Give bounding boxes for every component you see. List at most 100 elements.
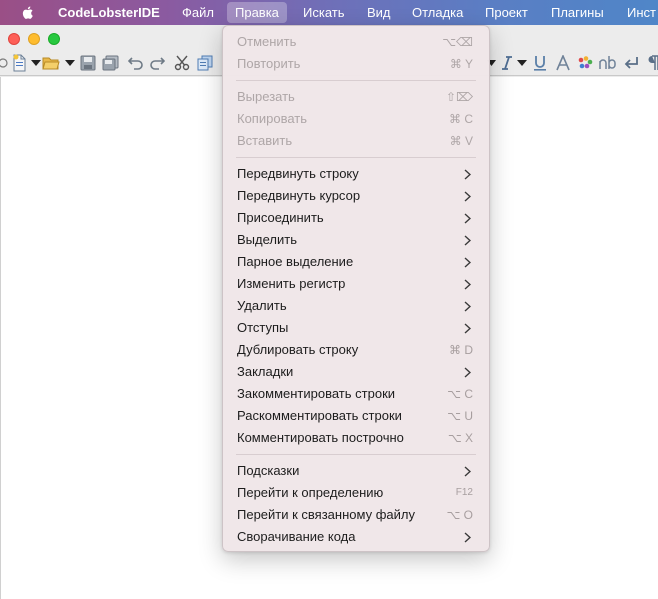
menu-item-delete[interactable]: Удалить <box>223 295 489 317</box>
menu-item-comment-lines[interactable]: Закомментировать строки ⌥ C <box>223 383 489 405</box>
chevron-right-icon <box>464 532 471 543</box>
menubar-tools[interactable]: Инст <box>627 5 656 20</box>
menu-item-label: Передвинуть строку <box>237 166 359 181</box>
menu-item-label: Изменить регистр <box>237 276 346 291</box>
menu-item-label: Комментировать построчно <box>237 430 404 445</box>
open-folder-icon[interactable] <box>42 54 60 72</box>
menu-item-label: Вырезать <box>237 89 295 104</box>
copy-icon[interactable] <box>196 54 214 72</box>
menu-item-shortcut: ⌘ Y <box>449 57 473 71</box>
menubar-debug[interactable]: Отладка <box>412 5 463 20</box>
chevron-right-icon <box>464 323 471 334</box>
menu-separator <box>236 454 476 455</box>
menu-item-change-case[interactable]: Изменить регистр <box>223 273 489 295</box>
menu-item-shortcut: ⌥ C <box>447 387 473 401</box>
chevron-right-icon <box>464 257 471 268</box>
open-dropdown-icon[interactable] <box>64 54 76 72</box>
menu-item-paste: Вставить ⌘ V <box>223 130 489 152</box>
menu-item-go-to-definition[interactable]: Перейти к определению F12 <box>223 482 489 504</box>
chevron-right-icon <box>464 191 471 202</box>
chevron-right-icon <box>464 213 471 224</box>
chevron-right-icon <box>464 301 471 312</box>
menu-item-label: Присоединить <box>237 210 324 225</box>
menu-item-label: Сворачивание кода <box>237 529 356 544</box>
chevron-right-icon <box>464 466 471 477</box>
italic-dropdown-icon[interactable] <box>516 54 528 72</box>
menu-item-label: Вставить <box>237 133 293 148</box>
menu-item-hints[interactable]: Подсказки <box>223 460 489 482</box>
menu-item-undo: Отменить ⌥⌫ <box>223 31 489 53</box>
menu-item-label: Закомментировать строки <box>237 386 396 401</box>
menu-item-label: Повторить <box>237 56 301 71</box>
menu-item-copy: Копировать ⌘ C <box>223 108 489 130</box>
menu-item-join[interactable]: Присоединить <box>223 207 489 229</box>
menu-item-go-to-related-file[interactable]: Перейти к связанному файлу ⌥ O <box>223 504 489 526</box>
font-icon[interactable] <box>554 54 572 72</box>
menu-item-shortcut: ⌥ X <box>447 431 473 445</box>
menu-item-comment-per-line[interactable]: Комментировать построчно ⌥ X <box>223 427 489 449</box>
menu-item-shortcut: ⌘ C <box>449 112 473 126</box>
edit-menu: Отменить ⌥⌫ Повторить ⌘ Y Вырезать ⇧⌦ Ко… <box>222 25 490 552</box>
menu-item-label: Отменить <box>237 34 297 49</box>
cut-icon[interactable] <box>173 54 191 72</box>
menu-item-label: Перейти к определению <box>237 485 384 500</box>
menu-item-shortcut: ⇧⌦ <box>445 90 473 104</box>
menu-item-label: Подсказки <box>237 463 300 478</box>
menu-item-label: Выделить <box>237 232 297 247</box>
menu-item-cut: Вырезать ⇧⌦ <box>223 86 489 108</box>
italic-icon[interactable] <box>498 54 516 72</box>
menu-item-label: Закладки <box>237 364 294 379</box>
menu-item-label: Перейти к связанному файлу <box>237 507 415 522</box>
menubar-plugins[interactable]: Плагины <box>551 5 604 20</box>
menu-item-shortcut: ⌥ U <box>447 409 473 423</box>
menu-item-shortcut: ⌘ V <box>449 134 473 148</box>
menu-item-label: Отступы <box>237 320 289 335</box>
underline-icon[interactable] <box>531 54 549 72</box>
menu-item-duplicate-line[interactable]: Дублировать строку ⌘ D <box>223 339 489 361</box>
new-file-dropdown-icon[interactable] <box>30 54 42 72</box>
menu-bar: CodeLobsterIDE Файл Правка Искать Вид От… <box>0 0 658 25</box>
menu-item-label: Раскомментировать строки <box>237 408 402 423</box>
menu-item-label: Парное выделение <box>237 254 354 269</box>
color-palette-icon[interactable] <box>576 54 594 72</box>
menu-item-indents[interactable]: Отступы <box>223 317 489 339</box>
menu-item-select[interactable]: Выделить <box>223 229 489 251</box>
menubar-view[interactable]: Вид <box>367 5 391 20</box>
line-break-icon[interactable] <box>623 54 641 72</box>
chevron-right-icon <box>464 235 471 246</box>
menu-item-bookmarks[interactable]: Закладки <box>223 361 489 383</box>
chevron-right-icon <box>464 279 471 290</box>
menu-item-label: Дублировать строку <box>237 342 359 357</box>
close-window-button[interactable] <box>8 33 20 45</box>
menu-separator <box>236 157 476 158</box>
menu-item-shortcut: F12 <box>455 487 473 498</box>
undo-icon[interactable] <box>127 54 145 72</box>
zoom-window-button[interactable] <box>48 33 60 45</box>
redo-icon[interactable] <box>148 54 166 72</box>
nbsp-icon[interactable] <box>599 54 621 72</box>
menu-item-move-line[interactable]: Передвинуть строку <box>223 163 489 185</box>
menu-item-move-cursor[interactable]: Передвинуть курсор <box>223 185 489 207</box>
save-icon[interactable] <box>79 54 97 72</box>
menubar-file[interactable]: Файл <box>182 5 214 20</box>
menu-separator <box>236 80 476 81</box>
apple-logo-icon[interactable] <box>20 4 36 21</box>
menu-item-label: Передвинуть курсор <box>237 188 361 203</box>
menu-item-shortcut: ⌥ O <box>446 508 474 522</box>
menu-item-pair-select[interactable]: Парное выделение <box>223 251 489 273</box>
save-all-icon[interactable] <box>102 54 120 72</box>
menu-item-label: Удалить <box>237 298 287 313</box>
paragraph-icon[interactable] <box>644 54 658 72</box>
menu-item-code-folding[interactable]: Сворачивание кода <box>223 526 489 548</box>
menu-item-uncomment-lines[interactable]: Раскомментировать строки ⌥ U <box>223 405 489 427</box>
chevron-right-icon <box>464 367 471 378</box>
menu-item-label: Копировать <box>237 111 307 126</box>
minimize-window-button[interactable] <box>28 33 40 45</box>
menubar-search[interactable]: Искать <box>303 5 345 20</box>
menubar-app-name[interactable]: CodeLobsterIDE <box>58 5 160 20</box>
menu-item-redo: Повторить ⌘ Y <box>223 53 489 75</box>
menu-item-shortcut: ⌘ D <box>449 343 473 357</box>
new-file-icon[interactable] <box>10 54 28 72</box>
menubar-edit[interactable]: Правка <box>227 2 287 23</box>
menubar-project[interactable]: Проект <box>485 5 528 20</box>
